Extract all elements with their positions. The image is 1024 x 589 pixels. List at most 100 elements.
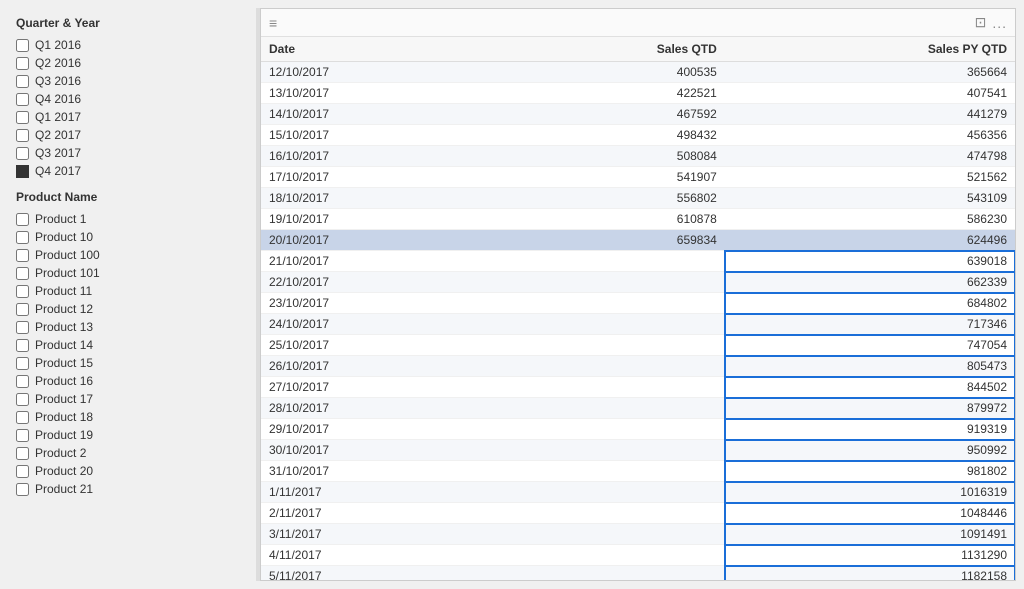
checkbox-input[interactable] [16,267,29,280]
cell-date: 12/10/2017 [261,62,493,83]
table-row[interactable]: 26/10/2017805473 [261,356,1015,377]
checkbox-input[interactable] [16,285,29,298]
product-filter-item-7[interactable]: Product 14 [16,336,248,354]
table-row[interactable]: 2/11/20171048446 [261,503,1015,524]
table-row[interactable]: 5/11/20171182158 [261,566,1015,581]
data-table: Date Sales QTD Sales PY QTD 12/10/201740… [261,37,1015,580]
table-row[interactable]: 4/11/20171131290 [261,545,1015,566]
table-row[interactable]: 23/10/2017684802 [261,293,1015,314]
checkbox-input[interactable] [16,75,29,88]
cell-sales-qtd [493,314,725,335]
product-filter-item-5[interactable]: Product 12 [16,300,248,318]
table-row[interactable]: 16/10/2017508084474798 [261,146,1015,167]
table-row[interactable]: 22/10/2017662339 [261,272,1015,293]
table-row[interactable]: 31/10/2017 981802 [261,461,1015,482]
checkbox-input[interactable] [16,57,29,70]
cell-date: 28/10/2017 [261,398,493,419]
checkbox-input[interactable] [16,93,29,106]
checkbox-input[interactable] [16,231,29,244]
product-filter-item-2[interactable]: Product 100 [16,246,248,264]
quarter-filter-item-4[interactable]: Q1 2017 [16,108,248,126]
product-filter-item-9[interactable]: Product 16 [16,372,248,390]
table-row[interactable]: 21/10/2017639018 [261,251,1015,272]
drag-handle-icon[interactable]: ≡ [269,15,277,31]
cell-sales-py-qtd: 407541 [725,83,1015,104]
table-row[interactable]: 20/10/2017659834624496 [261,230,1015,251]
product-filter-item-0[interactable]: Product 1 [16,210,248,228]
table-row[interactable]: 17/10/2017541907521562 [261,167,1015,188]
cell-sales-py-qtd: 474798 [725,146,1015,167]
cell-sales-py-qtd: 441279 [725,104,1015,125]
table-row[interactable]: 13/10/2017422521407541 [261,83,1015,104]
col-sales-qtd: Sales QTD [493,37,725,62]
quarter-filter-item-5[interactable]: Q2 2017 [16,126,248,144]
checkbox-input[interactable] [16,213,29,226]
checkbox-input[interactable] [16,339,29,352]
cell-sales-qtd: 659834 [493,230,725,251]
product-filter-item-12[interactable]: Product 19 [16,426,248,444]
checkbox-input[interactable] [16,249,29,262]
quarter-filter-item-3[interactable]: Q4 2016 [16,90,248,108]
table-container[interactable]: Date Sales QTD Sales PY QTD 12/10/201740… [261,37,1015,580]
table-row[interactable]: 29/10/2017919319 [261,419,1015,440]
cell-sales-qtd [493,440,725,461]
quarter-filter-item-1[interactable]: Q2 2016 [16,54,248,72]
filter-item-label: Product 17 [35,392,93,406]
table-row[interactable]: 3/11/20171091491 [261,524,1015,545]
product-filter-item-8[interactable]: Product 15 [16,354,248,372]
checkbox-input[interactable] [16,447,29,460]
quarter-filter-item-0[interactable]: Q1 2016 [16,36,248,54]
checkbox-input[interactable] [16,303,29,316]
cell-sales-qtd [493,503,725,524]
table-row[interactable]: 15/10/2017498432456356 [261,125,1015,146]
table-row[interactable]: 19/10/2017610878586230 [261,209,1015,230]
checkbox-input[interactable] [16,429,29,442]
cell-date: 15/10/2017 [261,125,493,146]
product-filter-item-11[interactable]: Product 18 [16,408,248,426]
checkbox-input[interactable] [16,357,29,370]
filter-item-label: Q3 2017 [35,146,81,160]
quarter-filter-item-2[interactable]: Q3 2016 [16,72,248,90]
checkbox-input[interactable] [16,321,29,334]
quarter-filter-item-7[interactable]: Q4 2017 [16,162,248,180]
cell-sales-py-qtd: 662339 [725,272,1015,293]
product-filter-item-15[interactable]: Product 21 [16,480,248,498]
product-filter-item-13[interactable]: Product 2 [16,444,248,462]
checkbox-input[interactable] [16,411,29,424]
table-row[interactable]: 18/10/2017556802543109 [261,188,1015,209]
cell-date: 31/10/2017 [261,461,493,482]
checkbox-input[interactable] [16,375,29,388]
table-row[interactable]: 24/10/2017717346 [261,314,1015,335]
checkbox-input[interactable] [16,483,29,496]
product-filter-item-14[interactable]: Product 20 [16,462,248,480]
expand-icon[interactable]: ⊡ [975,14,987,31]
table-row[interactable]: 12/10/2017400535365664 [261,62,1015,83]
cell-sales-qtd [493,272,725,293]
checkbox-input[interactable] [16,465,29,478]
table-row[interactable]: 30/10/2017950992 [261,440,1015,461]
product-filter-item-3[interactable]: Product 101 [16,264,248,282]
cell-date: 25/10/2017 [261,335,493,356]
product-filter-item-6[interactable]: Product 13 [16,318,248,336]
table-row[interactable]: 1/11/20171016319 [261,482,1015,503]
cell-date: 27/10/2017 [261,377,493,398]
product-filter-item-4[interactable]: Product 11 [16,282,248,300]
cell-sales-qtd [493,419,725,440]
table-row[interactable]: 28/10/2017879972 [261,398,1015,419]
product-filter-item-10[interactable]: Product 17 [16,390,248,408]
product-filter-item-1[interactable]: Product 10 [16,228,248,246]
checkbox-input[interactable] [16,147,29,160]
checkbox-input[interactable] [16,39,29,52]
checkbox-input[interactable] [16,111,29,124]
checkbox-input[interactable] [16,129,29,142]
quarter-filter-item-6[interactable]: Q3 2017 [16,144,248,162]
table-row[interactable]: 27/10/2017844502 [261,377,1015,398]
table-header-row: Date Sales QTD Sales PY QTD [261,37,1015,62]
cell-date: 18/10/2017 [261,188,493,209]
cell-sales-py-qtd: 981802 [725,461,1015,482]
cell-sales-py-qtd: 586230 [725,209,1015,230]
checkbox-input[interactable] [16,393,29,406]
table-row[interactable]: 14/10/2017467592441279 [261,104,1015,125]
table-row[interactable]: 25/10/2017747054 [261,335,1015,356]
more-options-icon[interactable]: ... [992,15,1007,31]
